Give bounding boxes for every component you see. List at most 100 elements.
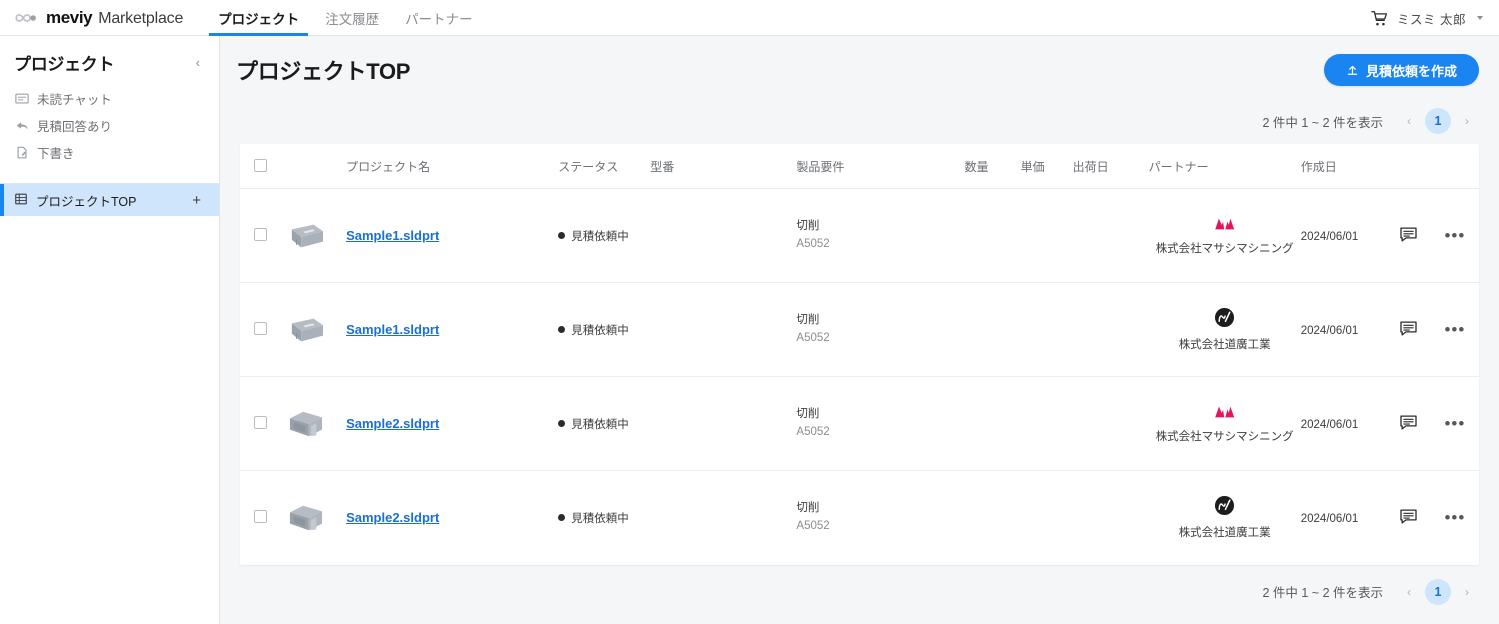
pagination-page-1-top[interactable]: 1 (1425, 108, 1451, 134)
row-checkbox[interactable] (254, 415, 267, 429)
row-quantity-cell (964, 188, 1021, 283)
cart-icon[interactable] (1371, 10, 1388, 27)
table-row[interactable]: Sample2.sldprt 見積依頼中 切削 A5052 (240, 471, 1479, 565)
sidebar-item-draft[interactable]: 下書き (0, 139, 219, 166)
nav-tab-projects-label: プロジェクト (218, 11, 300, 27)
row-status-cell: 見積依頼中 (558, 282, 651, 377)
row-created-cell: 2024/06/01 (1301, 471, 1387, 565)
table-row[interactable]: Sample1.sldprt 見積依頼中 切削 A5052 (240, 282, 1479, 377)
project-name-link[interactable]: Sample1.sldprt (346, 322, 439, 337)
create-quote-request-button[interactable]: 見積依頼を作成 (1323, 54, 1479, 86)
more-options-icon[interactable]: ••• (1444, 414, 1465, 433)
meviy-infinity-icon (14, 11, 40, 25)
sidebar-item-quote-answered[interactable]: 見積回答あり (0, 112, 219, 139)
list-icon (14, 192, 28, 209)
header-ship-date: 出荷日 (1072, 144, 1149, 189)
more-options-icon[interactable]: ••• (1444, 508, 1465, 527)
header-chat (1386, 144, 1431, 189)
more-options-icon[interactable]: ••• (1444, 320, 1465, 339)
table-row[interactable]: Sample2.sldprt 見積依頼中 切削 A5052 (240, 376, 1479, 471)
brand-logo[interactable]: meviy Marketplace (14, 8, 183, 28)
main-nav-tabs: プロジェクト 注文履歴 パートナー (205, 0, 486, 36)
row-chat-cell (1387, 471, 1431, 565)
pagination-prev-top[interactable]: ‹ (1397, 109, 1421, 133)
select-all-checkbox[interactable] (254, 158, 267, 172)
row-created-cell: 2024/06/01 (1300, 376, 1387, 471)
top-navigation-bar: meviy Marketplace プロジェクト 注文履歴 パートナー ミスミ … (0, 0, 1499, 36)
header-more (1430, 144, 1479, 189)
nav-tab-projects[interactable]: プロジェクト (205, 0, 312, 36)
row-checkbox-cell (240, 471, 284, 565)
row-model-cell (650, 376, 797, 471)
pagination-page-1-bottom[interactable]: 1 (1425, 578, 1451, 605)
row-more-cell: ••• (1430, 188, 1479, 283)
row-checkbox-cell (240, 282, 285, 377)
sidebar-title: プロジェクト (14, 55, 115, 74)
sidebar-item-quote-answered-label: 見積回答あり (37, 120, 113, 134)
sidebar-collapse-button[interactable]: ‹ (193, 56, 203, 69)
requirement-process: 切削 (796, 313, 820, 326)
pagination-prev-bottom[interactable]: ‹ (1397, 580, 1421, 604)
row-ship-date-cell (1073, 471, 1149, 565)
row-created-cell: 2024/06/01 (1300, 282, 1387, 377)
top-right-actions: ミスミ 太郎 (1371, 0, 1483, 36)
sidebar-item-project-top-label: プロジェクトTOP (36, 194, 137, 209)
brand-suffix: Marketplace (98, 9, 184, 27)
requirement-process: 切削 (796, 501, 820, 514)
row-model-cell (650, 188, 797, 283)
row-thumbnail-cell (284, 188, 347, 283)
header-unit-price: 単価 (1020, 144, 1073, 189)
partner-name: 株式会社道廣工業 (1178, 339, 1271, 351)
row-thumbnail-cell (284, 376, 347, 471)
upload-icon (1346, 64, 1359, 77)
user-name-label[interactable]: ミスミ 太郎 (1397, 9, 1466, 28)
project-name-link[interactable]: Sample2.sldprt (346, 510, 439, 525)
more-options-icon[interactable]: ••• (1444, 226, 1465, 245)
row-checkbox[interactable] (254, 227, 267, 241)
pagination-next-top[interactable]: › (1455, 109, 1479, 133)
masashi-machining-logo (1213, 404, 1237, 423)
pagination-bottom: 2 件中 1 ~ 2 件を表示 ‹ 1 › (220, 578, 1499, 605)
reply-arrow-icon (14, 118, 29, 133)
page-title: プロジェクトTOP (236, 59, 411, 84)
masashi-machining-logo (1213, 216, 1237, 235)
header-project-name: プロジェクト名 (346, 144, 559, 189)
row-created-cell: 2024/06/01 (1300, 188, 1387, 283)
project-name-link[interactable]: Sample1.sldprt (346, 228, 439, 243)
row-unit-price-cell (1020, 282, 1073, 377)
row-partner-cell: 株式会社道廣工業 (1148, 282, 1301, 377)
chat-icon[interactable] (1400, 509, 1417, 524)
chevron-down-icon[interactable] (1477, 16, 1483, 20)
nav-tab-partners[interactable]: パートナー (392, 0, 486, 36)
nav-tab-order-history[interactable]: 注文履歴 (312, 0, 392, 36)
header-status: ステータス (558, 144, 651, 189)
requirement-material: A5052 (796, 237, 830, 250)
pagination-summary-top: 2 件中 1 ~ 2 件を表示 (1262, 115, 1383, 130)
sidebar-item-unread-chat[interactable]: 未読チャット (0, 85, 219, 112)
row-quantity-cell (964, 282, 1021, 377)
sidebar-item-unread-chat-label: 未読チャット (37, 93, 112, 107)
project-name-link[interactable]: Sample2.sldprt (346, 416, 439, 431)
draft-file-icon (14, 145, 29, 160)
sidebar-filter-list: 未読チャット 見積回答あり 下書き (0, 85, 219, 176)
create-quote-request-label: 見積依頼を作成 (1365, 63, 1457, 79)
row-status-cell: 見積依頼中 (558, 471, 650, 565)
row-more-cell: ••• (1430, 376, 1479, 471)
row-chat-cell (1386, 282, 1431, 377)
pagination-next-bottom[interactable]: › (1455, 580, 1479, 604)
pagination-summary-bottom: 2 件中 1 ~ 2 件を表示 (1262, 586, 1383, 600)
table-row[interactable]: Sample1.sldprt 見積依頼中 切削 A5052 (240, 188, 1479, 283)
chat-icon[interactable] (1400, 320, 1417, 336)
row-checkbox[interactable] (254, 321, 267, 335)
row-checkbox[interactable] (254, 509, 267, 523)
projects-table-card: プロジェクト名 ステータス 型番 製品要件 数量 単価 出荷日 パートナー 作成… (240, 144, 1479, 565)
row-status-cell: 見積依頼中 (558, 188, 651, 283)
row-name-cell: Sample1.sldprt (346, 282, 559, 377)
row-requirement-cell: 切削 A5052 (796, 376, 965, 471)
chat-icon[interactable] (1400, 226, 1417, 242)
header-partner: パートナー (1148, 144, 1301, 189)
chat-icon[interactable] (1400, 414, 1417, 430)
sidebar-add-project-button[interactable]: + (192, 193, 201, 208)
sidebar-item-project-top[interactable]: プロジェクトTOP + (0, 184, 219, 216)
partner-name: 株式会社マサシマシニング (1155, 242, 1294, 255)
